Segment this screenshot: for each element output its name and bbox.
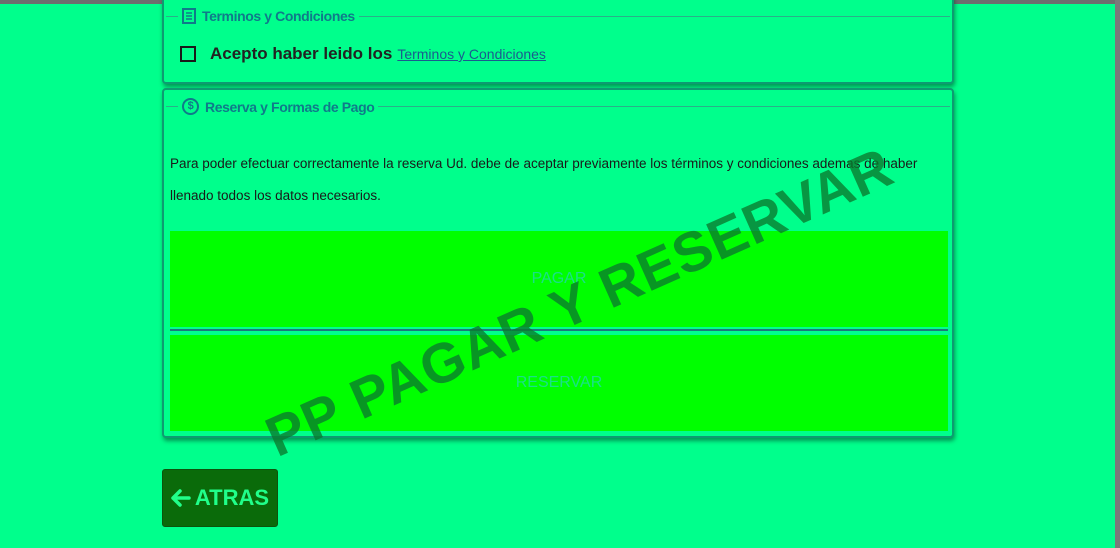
accept-terms-row: Acepto haber leido los Terminos y Condic… [180,44,546,64]
window-right-edge [1115,0,1120,548]
pay-button[interactable]: PAGAR [170,231,948,327]
payment-description: Para poder efectuar correctamente la res… [170,155,918,203]
back-button-label: ATRAS [194,485,270,510]
arrow-left-icon [171,489,191,507]
document-icon [182,8,196,24]
payment-legend: $ Reserva y Formas de Pago [178,98,379,115]
terms-legend: Terminos y Condiciones [178,8,359,24]
dollar-circle-icon: $ [182,98,199,115]
button-divider [170,329,948,331]
accept-terms-label: Acepto haber leido los [210,44,393,63]
accept-terms-checkbox[interactable] [180,46,196,62]
terms-legend-label: Terminos y Condiciones [202,8,355,24]
payment-panel: $ Reserva y Formas de Pago Para poder ef… [162,88,954,438]
terms-panel: Terminos y Condiciones Acepto haber leid… [162,0,954,84]
payment-legend-label: Reserva y Formas de Pago [205,98,375,115]
back-button[interactable]: ATRAS [162,469,278,527]
reserve-button[interactable]: RESERVAR [170,335,948,431]
terms-link[interactable]: Terminos y Condiciones [397,46,546,62]
